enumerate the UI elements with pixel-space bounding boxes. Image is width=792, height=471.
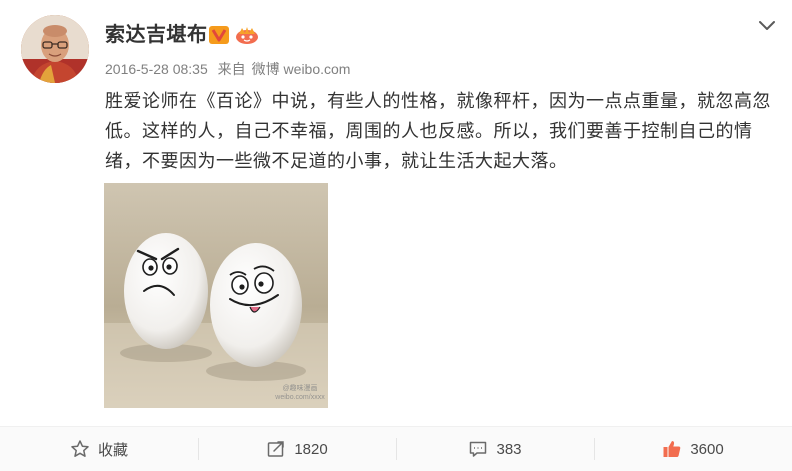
post-source[interactable]: 微博 weibo.com bbox=[252, 61, 351, 77]
repost-count: 1820 bbox=[294, 440, 328, 458]
like-count: 3600 bbox=[690, 440, 724, 458]
weibo-card: 索达吉堪布 2016-5-28 08:35 来自 微博 weibo.com 胜爱论… bbox=[0, 0, 792, 471]
image-watermark: @趣味漫画 weibo.com/xxxx bbox=[272, 384, 328, 406]
avatar[interactable] bbox=[21, 15, 89, 83]
post-image[interactable] bbox=[104, 183, 328, 408]
watermark-line2: weibo.com/xxxx bbox=[275, 394, 325, 401]
author-name[interactable]: 索达吉堪布 bbox=[105, 22, 208, 48]
chevron-down-icon[interactable] bbox=[756, 14, 778, 36]
verified-v-icon[interactable] bbox=[209, 26, 229, 44]
favorite-button[interactable]: 收藏 bbox=[0, 434, 198, 464]
like-button[interactable]: 3600 bbox=[594, 434, 792, 464]
favorite-label: 收藏 bbox=[97, 441, 128, 459]
watermark-line1: @趣味漫画 bbox=[282, 385, 318, 392]
thumbs-up-icon bbox=[662, 439, 682, 459]
post-time[interactable]: 2016-5-28 08:35 bbox=[105, 61, 208, 77]
comment-icon bbox=[468, 439, 488, 459]
source-prefix: 来自 bbox=[217, 61, 246, 77]
crown-icon[interactable] bbox=[234, 25, 260, 45]
star-icon bbox=[70, 439, 90, 459]
comment-button[interactable]: 383 bbox=[396, 434, 594, 464]
post-meta: 2016-5-28 08:35 来自 微博 weibo.com bbox=[105, 60, 356, 78]
comment-count: 383 bbox=[496, 440, 522, 458]
repost-icon bbox=[266, 439, 286, 459]
repost-button[interactable]: 1820 bbox=[198, 434, 396, 464]
action-bar: 收藏 1820 383 3600 bbox=[0, 426, 792, 471]
post-text: 胜爱论师在《百论》中说，有些人的性格，就像秤杆，因为一点点重量，就忽高忽低。这样… bbox=[105, 91, 771, 171]
